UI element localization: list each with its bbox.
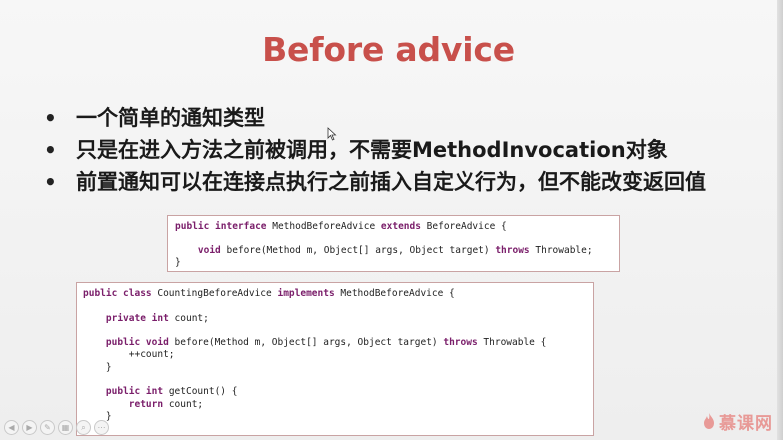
bullet-list: • 一个简单的通知类型 • 只是在进入方法之前被调用，不需要MethodInvo… [44,103,744,199]
code-text: before(Method m, Object[] args, Object t… [174,337,444,349]
code-line: } [175,257,612,269]
mouse-cursor-icon [327,127,337,141]
pen-icon[interactable]: ✎ [40,420,55,435]
code-keyword: private int [105,312,175,324]
code-line: public interface MethodBeforeAdvice exte… [175,221,612,233]
code-keyword: implements [277,288,341,299]
brand-text: 慕课网 [719,413,773,434]
code-keyword: public void [105,337,175,349]
code-line: public int getCount() { [83,386,587,398]
code-text: } [83,361,112,373]
interface-code-block: public interface MethodBeforeAdvice exte… [167,215,620,272]
slides-grid-icon[interactable]: ▦ [58,420,73,435]
code-line: } [83,423,587,435]
bullet-item: • 前置通知可以在连接点执行之前插入自定义行为，但不能改变返回值 [44,167,744,197]
code-line: public class CountingBeforeAdvice implem… [83,288,587,300]
code-keyword: throws [443,337,484,349]
slide-title: Before advice [262,30,515,69]
presentation-toolbar: ◀ ▶ ✎ ▦ ⌕ ⋯ [4,420,109,435]
slide-edge [777,0,783,440]
more-options-icon[interactable]: ⋯ [94,420,109,435]
imooc-watermark: 慕课网 [703,409,773,434]
code-text: count; [168,398,204,410]
code-text: MethodBeforeAdvice { [340,288,455,299]
bullet-text: 前置通知可以在连接点执行之前插入自定义行为，但不能改变返回值 [76,170,706,194]
code-text: ++count; [83,349,175,361]
code-line: private int count; [83,313,587,325]
code-keyword: throws [495,245,536,256]
code-text: } [175,257,181,268]
code-text: CountingBeforeAdvice [157,288,278,299]
bullet-dot-icon: • [44,138,57,162]
code-keyword: public int [105,386,169,398]
code-text: MethodBeforeAdvice [272,221,381,232]
code-keyword: extends [380,221,427,232]
code-line: void before(Method m, Object[] args, Obj… [175,245,612,257]
code-keyword: void [197,245,227,256]
bullet-text: 一个简单的通知类型 [76,106,265,130]
code-keyword: public class [83,288,158,299]
bullet-dot-icon: • [44,106,57,130]
bullet-text: 只是在进入方法之前被调用，不需要MethodInvocation对象 [76,138,668,162]
code-line: public void before(Method m, Object[] ar… [83,337,587,349]
class-code-block: public class CountingBeforeAdvice implem… [76,282,594,436]
code-text: count; [174,312,209,324]
bullet-item: • 只是在进入方法之前被调用，不需要MethodInvocation对象 [44,135,744,165]
code-text: Throwable; [535,245,593,256]
bullet-dot-icon: • [44,170,57,194]
code-line: } [83,411,587,423]
code-text: Throwable { [483,337,547,349]
next-slide-icon[interactable]: ▶ [22,420,37,435]
code-keyword: return [128,398,169,410]
code-keyword: public interface [175,221,273,232]
zoom-icon[interactable]: ⌕ [76,420,91,435]
code-text: before(Method m, Object[] args, Object t… [226,245,496,256]
bullet-item: • 一个简单的通知类型 [44,103,744,133]
code-line: } [83,362,587,374]
code-line: ++count; [83,349,587,361]
code-line: return count; [83,399,587,411]
code-text: BeforeAdvice { [426,221,507,232]
flame-logo-icon [704,413,714,429]
prev-slide-icon[interactable]: ◀ [4,420,19,435]
code-text: getCount() { [168,386,238,398]
